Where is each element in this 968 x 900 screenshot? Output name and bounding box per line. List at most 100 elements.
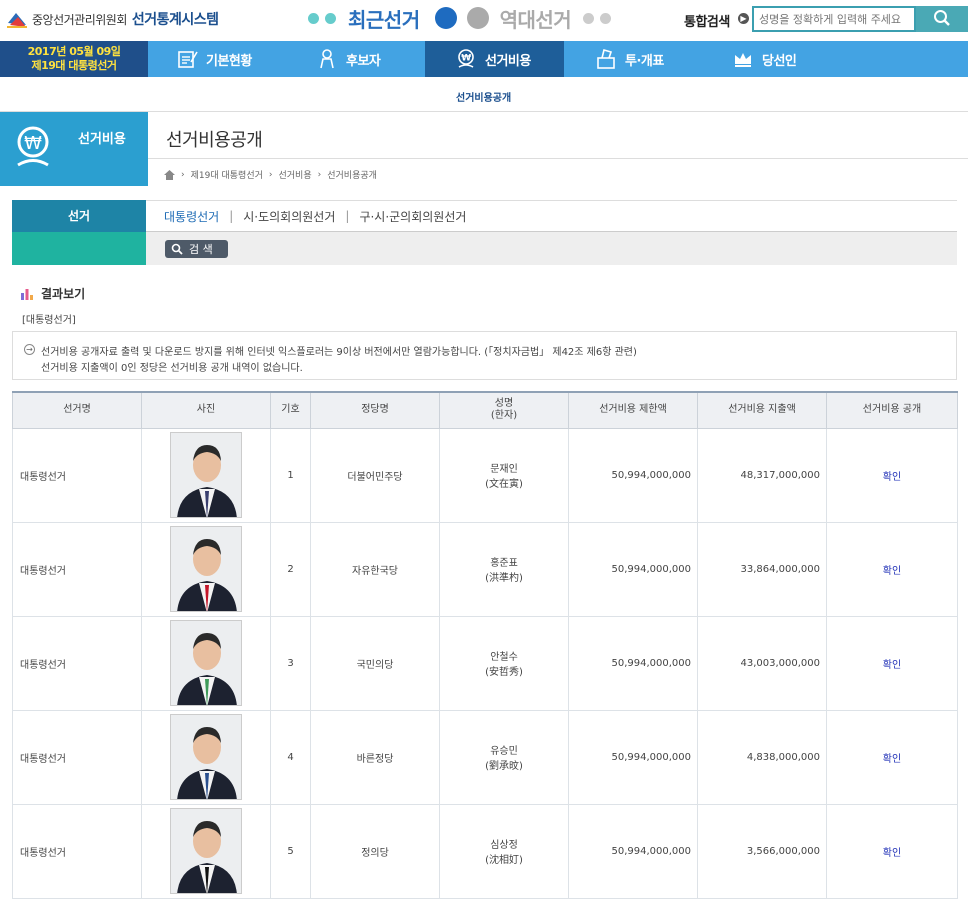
col-header-photo: 사진 [141,391,271,429]
cell-disclosure: 확인 [826,427,958,523]
cell-disclosure: 확인 [826,803,958,899]
breadcrumb-item[interactable]: 제19대 대통령선거 [191,168,263,181]
table-row: 대통령선거 5 정의당 심상정 (沈相奵) 50,994,000,000 3,566,000… [12,803,958,899]
cell-election: 대통령선거 [12,427,142,523]
nav-election-expenses[interactable]: ₩ 선거비용 [425,41,564,77]
main-nav: 2017년 05월 09일 제19대 대통령선거 기본현황 후보자 ₩ 선거비용 [0,41,968,77]
system-name: 선거통계시스템 [131,12,219,28]
col-header-name-sub: (한자) [490,410,518,422]
breadcrumb-item[interactable]: 선거비용 [279,168,312,181]
candidate-hanja: (劉承旼) [485,761,523,772]
cell-photo [141,427,271,523]
cell-photo [141,521,271,617]
nav-label: 선거비용 [485,53,531,69]
cell-spent: 48,317,000,000 [697,427,827,523]
search-input[interactable] [752,6,916,32]
past-toggle-dot[interactable] [466,7,489,29]
candidate-hanja: (文在寅) [485,479,523,490]
col-header-spent: 선거비용 지출액 [697,391,827,429]
recent-elections-link[interactable]: 최근선거 [348,4,420,33]
cell-spent: 33,864,000,000 [697,521,827,617]
confirm-link[interactable]: 확인 [883,754,901,765]
tab-separator: | [345,209,350,223]
table-row: 대통령선거 2 자유한국당 홍준표 (洪準杓) 50,994,000,000 33,864,… [12,521,958,617]
person-icon [320,49,334,69]
section-badge: ₩ 선거비용 [0,112,148,186]
filter-label-decor [12,232,146,265]
current-election-badge[interactable]: 2017년 05월 09일 제19대 대통령선거 [0,41,148,77]
result-heading: 결과보기 [21,285,85,302]
tab-provincial-council[interactable]: 시·도의회의원선거 [243,208,335,225]
won-coin-icon: ₩ [17,126,49,167]
nav-label: 투·개표 [625,53,664,69]
tab-presidential[interactable]: 대통령선거 [164,208,219,225]
cell-spent: 4,838,000,000 [697,709,827,805]
table-row: 대통령선거 1 더불어민주당 문재인 (文在寅) 50,994,000,000 48,317… [12,427,958,523]
candidate-photo [170,808,242,894]
ballot-box-icon [597,49,615,69]
site-logo[interactable]: 중앙선거관리위원회 선거통계시스템 [6,8,219,30]
candidate-photo [170,620,242,706]
chevron-right-icon: › [317,169,322,180]
search-button[interactable] [916,6,968,32]
nav-label: 기본현황 [206,53,252,69]
past-elections-link[interactable]: 역대선거 [500,4,572,33]
org-name: 중앙선거관리위원회 [32,12,127,27]
cell-limit: 50,994,000,000 [568,427,698,523]
cell-number: 2 [270,521,311,617]
nav-label: 당선인 [762,53,797,69]
svg-text:₩: ₩ [24,133,42,154]
nav-elected[interactable]: 당선인 [732,41,797,77]
home-icon[interactable] [164,169,175,180]
table-header-row: 선거명 사진 기호 정당명 성명 (한자) 선거비용 제한액 선거비용 지출액 … [12,391,958,429]
search-icon [171,243,183,255]
nav-candidates[interactable]: 후보자 [316,41,381,77]
cell-photo [141,803,271,899]
search-icon [934,9,950,26]
result-title: 결과보기 [41,287,86,301]
cell-disclosure: 확인 [826,709,958,805]
tab-local-council[interactable]: 구·시·군의회의원선거 [359,208,466,225]
subnav-expense-disclosure[interactable]: 선거비용공개 [456,89,511,104]
election-switch: 최근선거 역대선거 [308,3,617,33]
breadcrumb-item[interactable]: 선거비용공개 [327,168,377,181]
confirm-link[interactable]: 확인 [883,472,901,483]
cell-party: 바른정당 [310,709,440,805]
table-row: 대통령선거 4 바른정당 유승민 (劉承旼) 50,994,000,000 4,838,00… [12,709,958,805]
election-name: 제19대 대통령선거 [31,59,117,72]
cell-spent: 3,566,000,000 [697,803,827,899]
nav-basic-status[interactable]: 기본현황 [176,41,252,77]
candidate-name: 문재인 [490,464,518,475]
confirm-link[interactable]: 확인 [883,660,901,671]
nav-label: 후보자 [346,53,381,69]
cell-photo [141,709,271,805]
cell-election: 대통령선거 [12,803,142,899]
col-header-disclosure: 선거비용 공개 [826,391,958,429]
confirm-link[interactable]: 확인 [883,848,901,859]
breadcrumb: › 제19대 대통령선거 › 선거비용 › 선거비용공개 [164,168,383,181]
cell-spent: 43,003,000,000 [697,615,827,711]
notice-text: 선거비용 지출액이 0인 정당은 선거비용 공개 내역이 없습니다. [41,363,303,374]
cell-name: 안철수 (安哲秀) [439,615,569,711]
candidate-hanja: (洪準杓) [485,573,523,584]
won-coin-icon: ₩ [458,49,474,68]
svg-text:₩: ₩ [461,54,471,64]
filter-search-button[interactable]: 검 색 [165,240,228,258]
cell-party: 자유한국당 [310,521,440,617]
clipboard-icon [178,51,198,68]
col-header-election: 선거명 [12,391,142,429]
tab-separator: | [229,209,234,223]
decor-dot [325,12,336,24]
notice-box: → 선거비용 공개자료 출력 및 다운로드 방지를 위해 인터넷 익스플로러는 … [12,331,957,380]
cell-limit: 50,994,000,000 [568,615,698,711]
candidate-photo [170,526,242,612]
cell-number: 4 [270,709,311,805]
recent-toggle-dot[interactable] [434,7,457,29]
decor-dot [600,12,612,24]
candidate-name: 안철수 [490,652,518,663]
nav-voting-counting[interactable]: 투·개표 [595,41,664,77]
filter-search-label: 검 색 [189,243,213,256]
chevron-right-icon: › [268,169,273,180]
confirm-link[interactable]: 확인 [883,566,901,577]
page-title: 선거비용공개 [166,130,263,151]
